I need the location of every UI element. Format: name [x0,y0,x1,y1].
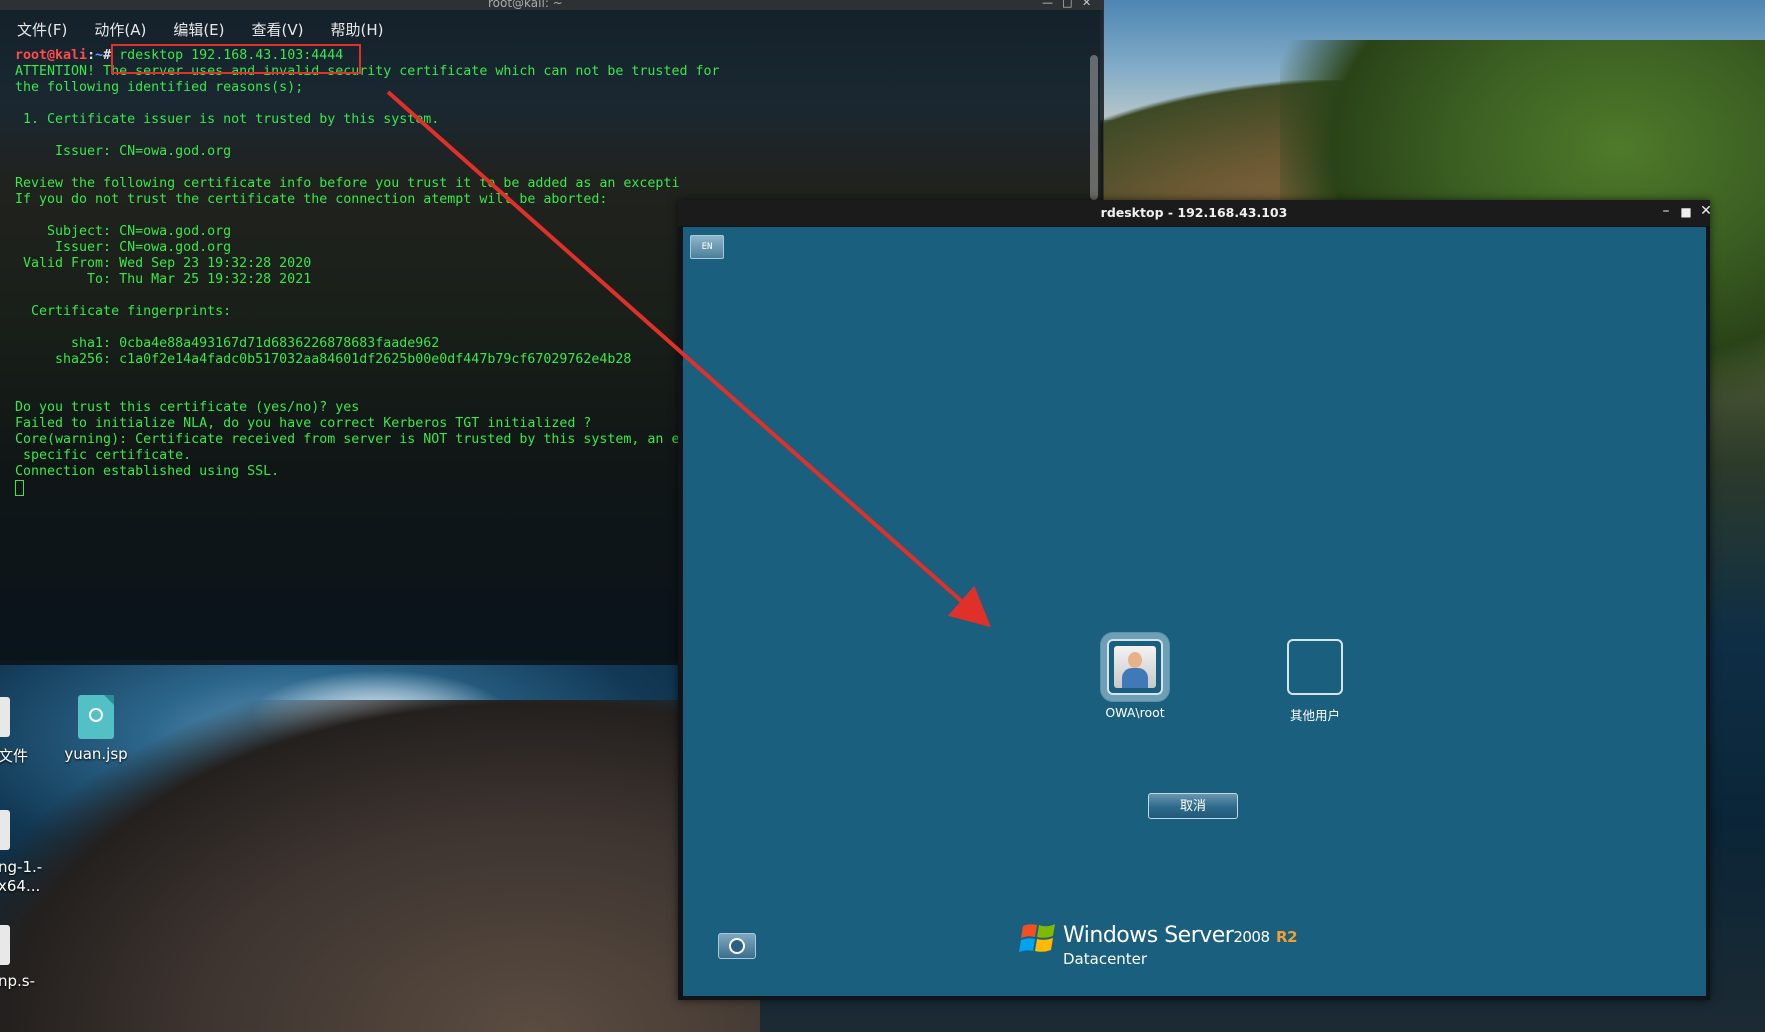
ease-of-access-icon [729,938,745,954]
windows-server-logo: Windows Server2008 R2 Datacenter [1019,917,1299,977]
terminal-titlebar[interactable]: root@kali: ~ — □ ✕ [0,0,1103,10]
maximize-icon[interactable]: □ [1062,0,1072,9]
menu-help[interactable]: 帮助(H) [313,14,393,42]
terminal-output-line: Issuer: CN=owa.god.org [15,144,232,159]
menu-edit[interactable]: 编辑(E) [156,14,234,42]
rdesktop-title: rdesktop - 192.168.43.103 [1100,205,1288,220]
partial-file-icon[interactable] [0,925,10,965]
terminal-cursor [15,480,24,496]
user-avatar-frame [1107,639,1163,695]
minimize-icon[interactable]: — [1042,0,1053,9]
menu-view[interactable]: 查看(V) [235,14,314,42]
remote-login-screen[interactable]: EN OWA\root 其他用户 取消 Windows Server2008 R… [683,227,1706,996]
blank-user-icon [1287,639,1343,695]
maximize-icon[interactable]: ■ [1676,205,1696,219]
brand-name: Windows Server2008 R2 [1063,923,1298,948]
user-tile-label: OWA\root [1105,705,1165,720]
partial-label: 文件 [0,747,29,765]
user-tile-label: 其他用户 [1289,708,1340,723]
desktop-icon-yuan-jsp[interactable]: yuan.jsp [46,695,146,763]
web-file-icon [78,695,114,739]
user-avatar-icon [1114,646,1156,688]
terminal-menubar: 文件(F) 动作(A) 编辑(E) 查看(V) 帮助(H) [0,14,1103,42]
close-icon[interactable]: ✕ [1082,0,1091,9]
cancel-button[interactable]: 取消 [1148,793,1238,819]
language-button[interactable]: EN [690,235,724,259]
command-highlight-box [111,44,361,74]
menu-action[interactable]: 动作(A) [77,14,156,42]
desktop-icon-label: yuan.jsp [64,745,128,763]
partial-file-icon[interactable] [0,810,10,850]
terminal-output-line: Review the following certificate info be… [15,176,680,191]
windows-flag-icon [1019,924,1055,952]
minimize-icon[interactable]: – [1656,203,1676,219]
partial-label: x64... [0,877,41,895]
menu-file[interactable]: 文件(F) [0,14,77,42]
rdesktop-window[interactable]: rdesktop - 192.168.43.103 – ■ ✕ EN OWA\r… [678,200,1712,1000]
partial-label: ng-1.- [0,858,43,876]
rdesktop-titlebar[interactable]: rdesktop - 192.168.43.103 – ■ ✕ [678,200,1712,226]
brand-edition: Datacenter [1063,950,1148,968]
user-tile-other-user[interactable]: 其他用户 [1255,639,1375,724]
partial-label: np.s- [0,972,36,990]
close-icon[interactable]: ✕ [1696,203,1716,219]
terminal-output-line: 1. Certificate issuer is not trusted by … [15,112,440,127]
terminal-title: root@kali: ~ [488,0,563,10]
partial-file-icon[interactable] [0,697,10,737]
user-tile-owa-root[interactable]: OWA\root [1075,639,1195,720]
terminal-output-line: the following identified reasons(s); [15,80,304,95]
ease-of-access-button[interactable] [718,933,756,959]
